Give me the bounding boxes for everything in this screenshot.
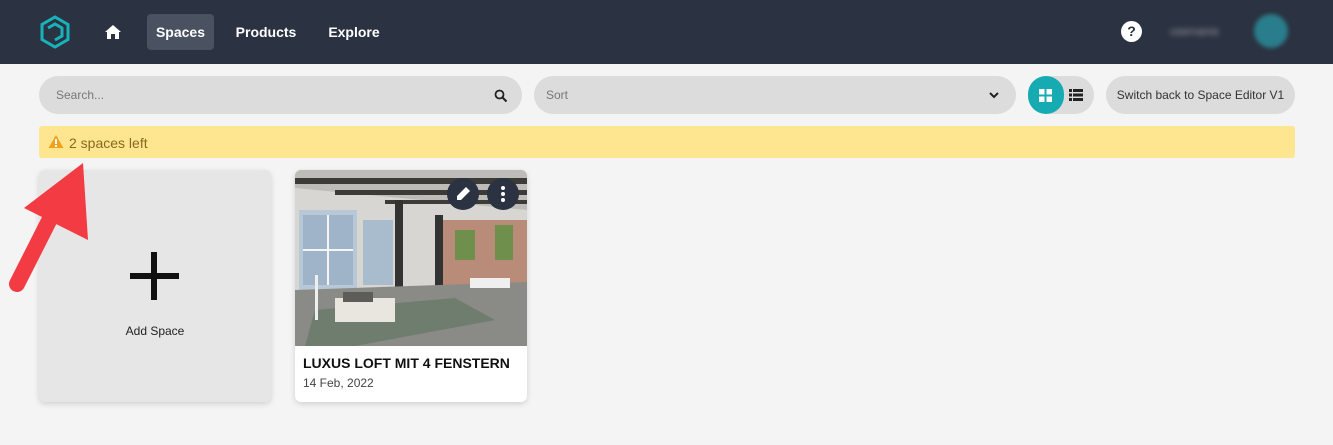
username: username: [1170, 26, 1219, 38]
home-button[interactable]: [101, 18, 125, 46]
home-icon: [105, 25, 121, 39]
search-placeholder: Search...: [56, 88, 105, 102]
space-date: 14 Feb, 2022: [303, 376, 374, 390]
plus-icon: [130, 252, 179, 300]
avatar[interactable]: [1254, 14, 1288, 48]
banner-text: 2 spaces left: [69, 135, 148, 151]
edit-space-button[interactable]: [447, 178, 479, 210]
more-vertical-icon: [501, 186, 505, 202]
search-input[interactable]: Search...: [39, 76, 522, 114]
sort-select[interactable]: Sort: [534, 76, 1016, 114]
list-icon[interactable]: [1069, 89, 1083, 101]
sort-placeholder: Sort: [546, 88, 569, 102]
red-arrow-annotation-icon: [9, 163, 88, 292]
space-title: LUXUS LOFT MIT 4 FENSTERN: [303, 355, 510, 371]
switch-editor-button[interactable]: Switch back to Space Editor V1: [1106, 76, 1295, 114]
warning-icon: [48, 135, 64, 148]
more-options-button[interactable]: [487, 178, 519, 210]
chevron-down-icon[interactable]: [988, 90, 1000, 100]
grid-icon: [1039, 89, 1052, 102]
add-space-label: Add Space: [125, 324, 185, 338]
nav-spaces[interactable]: Spaces: [147, 14, 214, 50]
nav-explore[interactable]: Explore: [320, 14, 388, 50]
help-icon[interactable]: ?: [1121, 21, 1142, 42]
pencil-icon: [457, 187, 470, 200]
app-logo-icon[interactable]: [39, 15, 71, 49]
nav-products[interactable]: Products: [228, 14, 304, 50]
spaces-left-banner: [39, 126, 1295, 158]
search-icon[interactable]: [494, 89, 508, 103]
